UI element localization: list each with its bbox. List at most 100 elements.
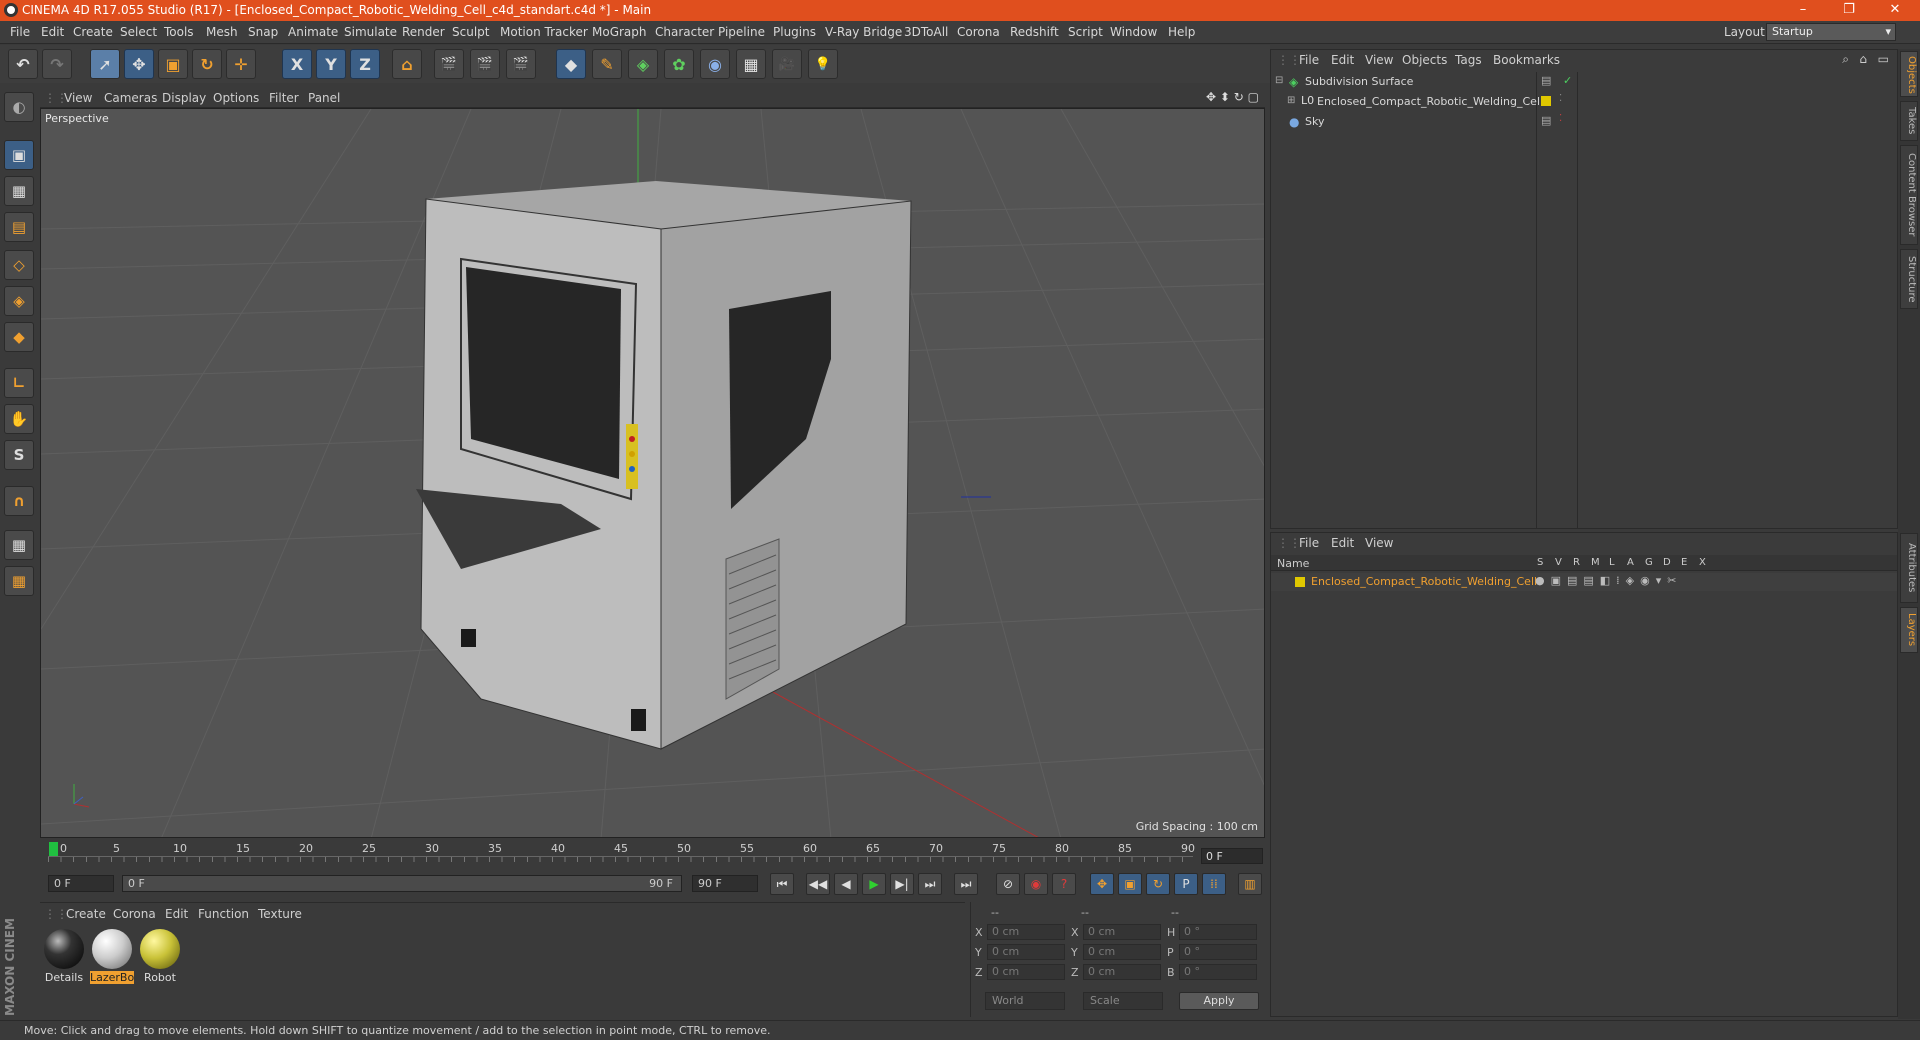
move-tool-button[interactable]: ✥ xyxy=(124,49,154,79)
magnet-icon[interactable]: ∩ xyxy=(4,486,34,516)
cube-icon[interactable]: ◆ xyxy=(556,49,586,79)
key-pla-icon[interactable]: ⁞⁞ xyxy=(1202,873,1226,895)
menu-help[interactable]: Help xyxy=(1168,25,1195,39)
viewport-menu-cameras[interactable]: Cameras xyxy=(104,91,157,105)
snap-icon[interactable]: S xyxy=(4,440,34,470)
menu-mesh[interactable]: Mesh xyxy=(206,25,238,39)
goto-start-button[interactable]: ⏮ xyxy=(770,873,794,895)
timeline-track[interactable] xyxy=(48,856,1193,862)
timeline-window-icon[interactable]: ▥ xyxy=(1238,873,1262,895)
rotation-b-field[interactable]: 0 ° xyxy=(1179,964,1257,980)
minimize-button[interactable]: – xyxy=(1780,0,1826,21)
last-tool-button[interactable]: ✛ xyxy=(226,49,256,79)
material-menu-create[interactable]: Create xyxy=(66,907,106,921)
scale-tool-button[interactable]: ▣ xyxy=(158,49,188,79)
edit-visibility-icon[interactable]: ▤ xyxy=(1541,114,1551,127)
end-frame-field[interactable]: 90 F xyxy=(692,875,758,892)
select-tool-button[interactable]: ➚ xyxy=(90,49,120,79)
layout-dropdown[interactable]: Startup ▾ xyxy=(1766,23,1896,41)
menu-select[interactable]: Select xyxy=(120,25,157,39)
texture-mode-icon[interactable]: ▦ xyxy=(4,176,34,206)
layers-menu-view[interactable]: View xyxy=(1365,536,1393,550)
material-menu-function[interactable]: Function xyxy=(198,907,249,921)
prev-key-button[interactable]: ◀◀ xyxy=(806,873,830,895)
tab-objects[interactable]: Objects xyxy=(1900,51,1918,97)
viewport-menu-filter[interactable]: Filter xyxy=(269,91,299,105)
material-menu-edit[interactable]: Edit xyxy=(165,907,188,921)
prev-frame-button[interactable]: ◀ xyxy=(834,873,858,895)
menu-character[interactable]: Character xyxy=(655,25,714,39)
render-picture-viewer-button[interactable]: 🎬 xyxy=(470,49,500,79)
x-axis-button[interactable]: X xyxy=(282,49,312,79)
search-icon[interactable]: ⌕ xyxy=(1842,52,1849,67)
next-key-button[interactable]: ⏭ xyxy=(918,873,942,895)
edges-mode-icon[interactable]: ◈ xyxy=(4,286,34,316)
menu-3dtoall[interactable]: 3DToAll xyxy=(904,25,948,39)
undo-button[interactable]: ↶ xyxy=(8,49,38,79)
size-mode-dropdown[interactable]: Scale xyxy=(1083,992,1163,1010)
viewport-menu-view[interactable]: View xyxy=(64,91,92,105)
viewport-menu-display[interactable]: Display xyxy=(162,91,206,105)
menu-edit[interactable]: Edit xyxy=(41,25,64,39)
menu-plugins[interactable]: Plugins xyxy=(773,25,816,39)
menu-script[interactable]: Script xyxy=(1068,25,1103,39)
visibility-dots-icon[interactable]: ⁚ xyxy=(1559,93,1562,104)
timeline-ruler[interactable]: 0 5 10 15 20 25 30 35 40 45 50 55 60 65 … xyxy=(40,840,1265,866)
objects-menu-objects[interactable]: Objects xyxy=(1402,53,1447,67)
light-icon[interactable]: 💡 xyxy=(808,49,838,79)
size-x-field[interactable]: 0 cm xyxy=(1083,924,1161,940)
pen-icon[interactable]: ✎ xyxy=(592,49,622,79)
floor-icon[interactable]: ▦ xyxy=(736,49,766,79)
menu-sculpt[interactable]: Sculpt xyxy=(452,25,489,39)
material-swatch-robot[interactable]: Robot xyxy=(138,927,182,985)
objects-menu-view[interactable]: View xyxy=(1365,53,1393,67)
coord-system-button[interactable]: ⌂ xyxy=(392,49,422,79)
playhead-marker[interactable] xyxy=(49,842,58,856)
objects-menu-file[interactable]: File xyxy=(1299,53,1319,67)
menu-vray-bridge[interactable]: V-Ray Bridge xyxy=(825,25,902,39)
edit-visibility-icon[interactable]: ▤ xyxy=(1541,74,1551,87)
make-editable-icon[interactable]: ◐ xyxy=(4,92,34,122)
workplane-icon[interactable]: ▤ xyxy=(4,212,34,242)
layer-row[interactable]: Enclosed_Compact_Robotic_Welding_Cell ●▣… xyxy=(1271,573,1897,591)
position-y-field[interactable]: 0 cm xyxy=(987,944,1065,960)
material-menu-texture[interactable]: Texture xyxy=(258,907,302,921)
menu-pipeline[interactable]: Pipeline xyxy=(718,25,765,39)
tab-attributes[interactable]: Attributes xyxy=(1900,533,1918,603)
apply-button[interactable]: Apply xyxy=(1179,992,1259,1010)
menu-snap[interactable]: Snap xyxy=(248,25,278,39)
menu-tools[interactable]: Tools xyxy=(164,25,194,39)
visibility-dots-icon[interactable]: ⁚ xyxy=(1559,113,1562,124)
record-icon[interactable]: ◉ xyxy=(1024,873,1048,895)
render-view-button[interactable]: 🎬 xyxy=(434,49,464,79)
goto-end-button[interactable]: ⏭ xyxy=(954,873,978,895)
tab-content-browser[interactable]: Content Browser xyxy=(1900,145,1918,245)
menu-render[interactable]: Render xyxy=(402,25,445,39)
object-row-subdivision-surface[interactable]: ⊟ ◈ Subdivision Surface ▤ ✓ xyxy=(1271,72,1897,91)
menu-motion-tracker[interactable]: Motion Tracker xyxy=(500,25,588,39)
lock-workplane-icon[interactable]: ▦ xyxy=(4,530,34,560)
y-axis-button[interactable]: Y xyxy=(316,49,346,79)
polygons-mode-icon[interactable]: ◆ xyxy=(4,322,34,352)
axis-mode-icon[interactable]: ∟ xyxy=(4,368,34,398)
layers-menu-edit[interactable]: Edit xyxy=(1331,536,1354,550)
next-frame-button[interactable]: ▶| xyxy=(890,873,914,895)
menu-animate[interactable]: Animate xyxy=(288,25,338,39)
layer-color-icon[interactable] xyxy=(1541,96,1551,106)
enabled-check-icon[interactable]: ✓ xyxy=(1563,74,1572,87)
tab-takes[interactable]: Takes xyxy=(1900,101,1918,141)
tweak-icon[interactable]: ✋ xyxy=(4,404,34,434)
camera-icon[interactable]: 🎥 xyxy=(772,49,802,79)
layer-flag-icons[interactable]: ●▣▤▤◧⁞◈◉▾✂ xyxy=(1535,574,1682,587)
layers-menu-file[interactable]: File xyxy=(1299,536,1319,550)
coord-system-dropdown[interactable]: World xyxy=(985,992,1065,1010)
object-row-sky[interactable]: ● Sky ▤ ⁚ xyxy=(1271,112,1897,131)
key-param-icon[interactable]: P xyxy=(1174,873,1198,895)
menu-mograph[interactable]: MoGraph xyxy=(592,25,647,39)
model-mode-icon[interactable]: ▣ xyxy=(4,140,34,170)
material-swatch-lazerbo[interactable]: LazerBo xyxy=(90,927,134,985)
subdivision-icon[interactable]: ◈ xyxy=(628,49,658,79)
current-frame-field[interactable]: 0 F xyxy=(1201,848,1263,864)
objects-menu-edit[interactable]: Edit xyxy=(1331,53,1354,67)
material-menu-corona[interactable]: Corona xyxy=(113,907,156,921)
